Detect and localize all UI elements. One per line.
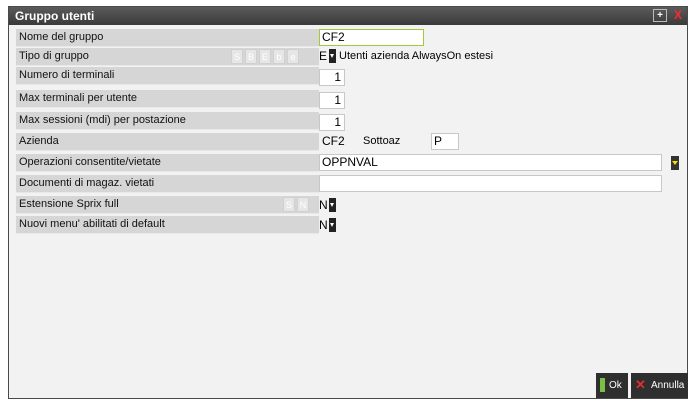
chip-sprix-n[interactable]: N bbox=[297, 197, 309, 212]
chip-e-lower[interactable]: e bbox=[287, 49, 299, 64]
row-nome-gruppo: Nome del gruppo bbox=[16, 29, 319, 47]
label-nome-gruppo: Nome del gruppo bbox=[19, 31, 104, 43]
chevron-down-icon[interactable] bbox=[329, 49, 336, 63]
sottoaz-input[interactable]: P bbox=[431, 133, 459, 150]
chip-sprix-s[interactable]: S bbox=[283, 197, 295, 212]
gruppo-utenti-window: Gruppo utenti + X Nome del gruppo CF2 Ti… bbox=[8, 6, 688, 399]
tipo-gruppo-value: E bbox=[319, 49, 328, 63]
chevron-down-icon[interactable] bbox=[329, 218, 336, 232]
row-azienda: Azienda bbox=[16, 133, 319, 151]
estensione-sprix-select[interactable]: N bbox=[319, 197, 337, 214]
row-estensione-sprix: Estensione Sprix full S N bbox=[16, 196, 319, 214]
numero-terminali-input[interactable]: 1 bbox=[319, 69, 345, 86]
window-title: Gruppo utenti bbox=[15, 9, 95, 23]
max-sessioni-input[interactable]: 1 bbox=[319, 114, 345, 131]
documenti-input[interactable] bbox=[319, 175, 662, 192]
label-operazioni: Operazioni consentite/vietate bbox=[19, 156, 161, 168]
tipo-gruppo-select[interactable]: E bbox=[319, 48, 337, 65]
row-max-terminali: Max terminali per utente bbox=[16, 90, 319, 108]
operazioni-dropdown-icon[interactable] bbox=[671, 156, 679, 170]
label-max-terminali: Max terminali per utente bbox=[19, 92, 137, 104]
label-numero-terminali: Numero di terminali bbox=[19, 69, 115, 81]
close-icon: ✕ bbox=[635, 377, 646, 392]
label-estensione-sprix: Estensione Sprix full bbox=[19, 198, 119, 210]
label-max-sessioni: Max sessioni (mdi) per postazione bbox=[19, 114, 186, 126]
ok-icon bbox=[600, 378, 605, 392]
chip-e[interactable]: E bbox=[259, 49, 271, 64]
row-operazioni: Operazioni consentite/vietate bbox=[16, 154, 319, 172]
row-numero-terminali: Numero di terminali bbox=[16, 67, 319, 85]
estensione-sprix-value: N bbox=[319, 198, 328, 212]
azienda-value[interactable]: CF2 bbox=[319, 133, 349, 150]
nuovi-menu-value: N bbox=[319, 218, 328, 232]
operazioni-input[interactable]: OPPNVAL bbox=[319, 154, 662, 171]
chip-b-lower[interactable]: b bbox=[273, 49, 285, 64]
row-documenti: Documenti di magaz. vietati bbox=[16, 175, 319, 193]
nuovi-menu-select[interactable]: N bbox=[319, 217, 337, 234]
label-documenti: Documenti di magaz. vietati bbox=[19, 177, 155, 189]
label-nuovi-menu: Nuovi menu' abilitati di default bbox=[19, 218, 165, 230]
cancel-button[interactable]: ✕ Annulla bbox=[631, 373, 688, 398]
close-icon[interactable]: X bbox=[671, 9, 685, 22]
label-azienda: Azienda bbox=[19, 135, 59, 147]
ok-label: Ok bbox=[609, 380, 622, 391]
cancel-label: Annulla bbox=[651, 380, 685, 391]
nome-gruppo-input[interactable]: CF2 bbox=[319, 29, 424, 46]
maximize-icon[interactable]: + bbox=[653, 9, 667, 22]
tipo-gruppo-description: Utenti azienda AlwaysOn estesi bbox=[339, 50, 494, 62]
label-tipo-gruppo: Tipo di gruppo bbox=[19, 50, 89, 62]
row-nuovi-menu: Nuovi menu' abilitati di default bbox=[16, 216, 319, 234]
chip-s[interactable]: S bbox=[231, 49, 243, 64]
max-terminali-input[interactable]: 1 bbox=[319, 92, 345, 109]
ok-button[interactable]: Ok bbox=[596, 373, 628, 398]
chip-b[interactable]: B bbox=[245, 49, 257, 64]
title-bar: Gruppo utenti + X bbox=[9, 7, 687, 25]
label-sottoaz: Sottoaz bbox=[363, 135, 401, 147]
row-tipo-gruppo: Tipo di gruppo S B E b e bbox=[16, 48, 319, 66]
row-max-sessioni: Max sessioni (mdi) per postazione bbox=[16, 112, 319, 130]
chevron-down-icon[interactable] bbox=[329, 198, 336, 212]
